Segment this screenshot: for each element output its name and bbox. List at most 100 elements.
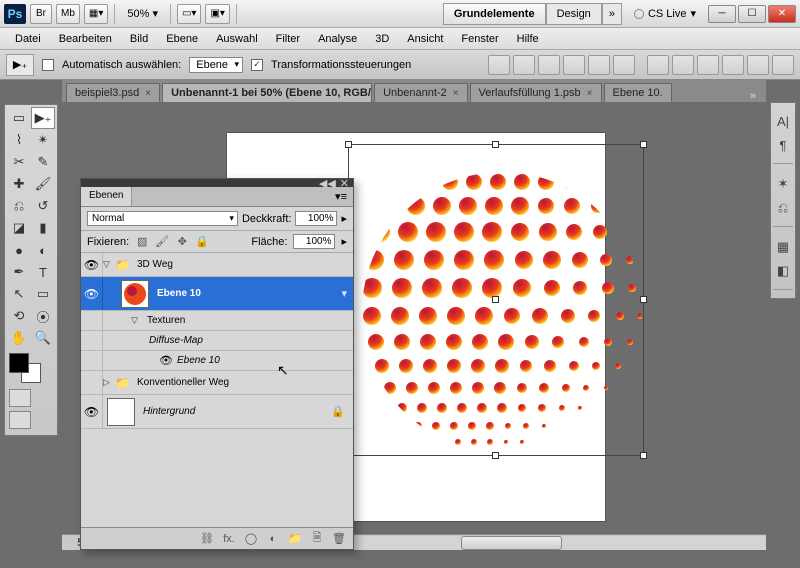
- new-group-icon[interactable]: 📁: [287, 532, 303, 545]
- color-swatches[interactable]: [9, 353, 45, 385]
- align-icon[interactable]: [513, 55, 535, 75]
- clone-panel-icon[interactable]: ⎌: [773, 198, 793, 218]
- layer-row[interactable]: 👁 Hintergrund 🔒: [81, 395, 353, 429]
- align-icon[interactable]: [488, 55, 510, 75]
- zoom-dropdown[interactable]: 50% ▾: [121, 7, 164, 20]
- doc-tab[interactable]: beispiel3.psd×: [66, 83, 160, 102]
- align-icon[interactable]: [613, 55, 635, 75]
- menu-3d[interactable]: 3D: [366, 30, 398, 48]
- view-extras-button[interactable]: ▦▾: [84, 4, 108, 24]
- menu-view[interactable]: Ansicht: [398, 30, 452, 48]
- type-tool-icon[interactable]: T: [31, 261, 55, 283]
- distribute-icon[interactable]: [722, 55, 744, 75]
- layer-sub-row[interactable]: Diffuse-Map: [81, 331, 353, 351]
- minibridge-button[interactable]: Mb: [56, 4, 80, 24]
- pen-tool-icon[interactable]: ✒: [7, 261, 31, 283]
- lock-pixels-icon[interactable]: 🖌: [155, 235, 169, 248]
- stamp-tool-icon[interactable]: ⎌: [7, 195, 31, 217]
- close-icon[interactable]: ×: [453, 88, 459, 99]
- fill-flyout-icon[interactable]: ▸: [341, 235, 347, 248]
- transform-handle[interactable]: [492, 452, 499, 459]
- move-tool-icon[interactable]: ▶₊: [31, 107, 55, 129]
- link-layers-icon[interactable]: ⛓: [199, 532, 215, 545]
- character-panel-icon[interactable]: A|: [773, 111, 793, 131]
- visibility-icon[interactable]: [81, 331, 103, 350]
- blur-tool-icon[interactable]: ●: [7, 239, 31, 261]
- layer-thumbnail[interactable]: [121, 280, 149, 308]
- disclosure-icon[interactable]: ▷: [103, 377, 115, 388]
- tab-overflow[interactable]: »: [744, 90, 762, 102]
- auto-select-type[interactable]: Ebene: [189, 57, 243, 73]
- quickmask-icon[interactable]: [9, 389, 31, 407]
- doc-tab[interactable]: Ebene 10.: [604, 83, 672, 102]
- layer-mask-icon[interactable]: ◯: [243, 532, 259, 545]
- transform-handle[interactable]: [492, 141, 499, 148]
- auto-select-checkbox[interactable]: [42, 59, 54, 71]
- visibility-icon[interactable]: 👁: [159, 354, 173, 367]
- lasso-tool-icon[interactable]: ⌇: [7, 129, 31, 151]
- transform-controls-checkbox[interactable]: [251, 59, 263, 71]
- maximize-button[interactable]: ☐: [738, 5, 766, 23]
- cslive-button[interactable]: CS Live ▾: [626, 7, 704, 20]
- layer-name[interactable]: Ebene 10: [173, 355, 353, 366]
- hand-tool-icon[interactable]: ✋: [7, 327, 31, 349]
- visibility-icon[interactable]: [81, 311, 103, 330]
- workspace-design[interactable]: Design: [546, 3, 602, 25]
- bridge-button[interactable]: Br: [30, 4, 52, 24]
- opacity-flyout-icon[interactable]: ▸: [341, 212, 347, 225]
- fill-input[interactable]: 100%: [293, 234, 335, 249]
- layer-group-row[interactable]: 👁 ▽ 📁 3D Weg: [81, 253, 353, 277]
- layer-row[interactable]: 👁 Ebene 10 ▾: [81, 277, 353, 311]
- gradient-tool-icon[interactable]: ▮: [31, 217, 55, 239]
- blend-mode-select[interactable]: Normal: [87, 211, 238, 226]
- visibility-icon[interactable]: 👁: [81, 395, 103, 428]
- menu-filter[interactable]: Filter: [267, 30, 309, 48]
- menu-edit[interactable]: Bearbeiten: [50, 30, 121, 48]
- layer-group-row[interactable]: ▷ 📁 Konventioneller Weg: [81, 371, 353, 395]
- crop-tool-icon[interactable]: ✂: [7, 151, 31, 173]
- visibility-icon[interactable]: [81, 351, 103, 370]
- navigator-panel-icon[interactable]: ▦: [773, 237, 793, 257]
- minimize-button[interactable]: ─: [708, 5, 736, 23]
- wand-tool-icon[interactable]: ✴: [31, 129, 55, 151]
- lock-all-icon[interactable]: 🔒: [195, 235, 209, 248]
- 3d-tool-icon[interactable]: ⟲: [7, 305, 31, 327]
- menu-select[interactable]: Auswahl: [207, 30, 267, 48]
- paragraph-panel-icon[interactable]: ¶: [773, 135, 793, 155]
- distribute-icon[interactable]: [697, 55, 719, 75]
- transform-center[interactable]: [492, 296, 499, 303]
- layer-sub-row[interactable]: ▽ Texturen: [81, 311, 353, 331]
- doc-tab[interactable]: Unbenannt-1 bei 50% (Ebene 10, RGB/8) *×: [162, 83, 372, 102]
- scrollbar-thumb[interactable]: [461, 536, 563, 550]
- transform-handle[interactable]: [640, 296, 647, 303]
- align-icon[interactable]: [538, 55, 560, 75]
- close-icon[interactable]: ×: [145, 88, 151, 99]
- visibility-icon[interactable]: 👁: [81, 277, 103, 310]
- zoom-tool-icon[interactable]: 🔍: [31, 327, 55, 349]
- workspace-essentials[interactable]: Grundelemente: [443, 3, 546, 25]
- screenmode-button[interactable]: ▣▾: [205, 4, 229, 24]
- transform-handle[interactable]: [640, 452, 647, 459]
- menu-image[interactable]: Bild: [121, 30, 157, 48]
- panel-menu-icon[interactable]: ▾≡: [329, 187, 353, 206]
- transform-handle[interactable]: [640, 141, 647, 148]
- fg-color-swatch[interactable]: [9, 353, 29, 373]
- distribute-icon[interactable]: [772, 55, 794, 75]
- disclosure-icon[interactable]: ▽: [131, 315, 143, 326]
- lock-transparency-icon[interactable]: ▨: [135, 235, 149, 248]
- disclosure-icon[interactable]: ▽: [103, 259, 115, 270]
- panel-collapse-bar[interactable]: ◀◀✕: [81, 179, 353, 187]
- transform-handle[interactable]: [345, 141, 352, 148]
- menu-layer[interactable]: Ebene: [157, 30, 207, 48]
- layer-name[interactable]: Konventioneller Weg: [133, 377, 353, 388]
- distribute-icon[interactable]: [647, 55, 669, 75]
- menu-help[interactable]: Hilfe: [508, 30, 548, 48]
- swatches-panel-icon[interactable]: ◧: [773, 261, 793, 281]
- layer-fx-icon[interactable]: fx.: [221, 533, 237, 545]
- lock-position-icon[interactable]: ✥: [175, 235, 189, 248]
- brushes-panel-icon[interactable]: ✶: [773, 174, 793, 194]
- transform-bounding-box[interactable]: [348, 144, 644, 456]
- align-icon[interactable]: [588, 55, 610, 75]
- layer-sub-row[interactable]: 👁 Ebene 10: [81, 351, 353, 371]
- distribute-icon[interactable]: [747, 55, 769, 75]
